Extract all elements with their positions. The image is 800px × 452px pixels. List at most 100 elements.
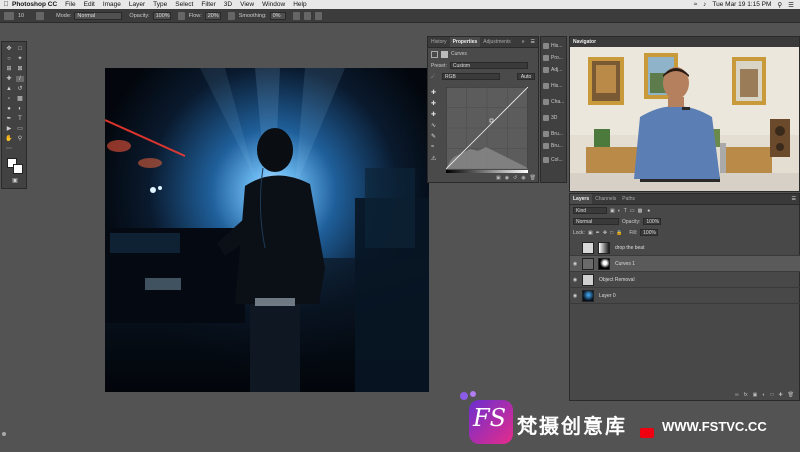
menu-view[interactable]: View — [240, 1, 254, 8]
lock-all-icon[interactable]: 🔒 — [616, 230, 622, 236]
panel-menu-icon[interactable]: ☰ — [528, 37, 538, 47]
edit-toolbar-icon[interactable]: ⋯ — [5, 146, 13, 152]
lock-position-icon[interactable]: ✥ — [603, 230, 607, 236]
volume-icon[interactable]: ♪ — [703, 1, 706, 8]
apple-icon[interactable]:  — [0, 1, 12, 8]
clock[interactable]: Tue Mar 19 1:15 PM — [712, 1, 771, 8]
menu-help[interactable]: Help — [293, 1, 306, 8]
type-tool-icon[interactable]: T — [16, 116, 24, 122]
wifi-icon[interactable]: ≈ — [694, 1, 698, 8]
crop-tool-icon[interactable]: ⊞ — [5, 66, 13, 72]
menu-image[interactable]: Image — [103, 1, 121, 8]
dodge-tool-icon[interactable]: ◐ — [16, 106, 24, 112]
target-adjust-icon[interactable]: ☄ — [431, 74, 439, 80]
eyedropper-black-icon[interactable]: ✚ — [431, 89, 441, 100]
strip-color[interactable]: Col... — [543, 155, 567, 165]
preset-select[interactable]: Custom — [449, 62, 528, 69]
view-previous-icon[interactable]: ◉ — [505, 175, 509, 181]
eyedropper-white-icon[interactable]: ✚ — [431, 111, 441, 122]
move-tool-icon[interactable]: ✥ — [5, 46, 13, 52]
tab-adjustments[interactable]: Adjustments — [480, 37, 514, 47]
gradient-tool-icon[interactable]: ▩ — [16, 96, 24, 102]
eraser-tool-icon[interactable]: ▫ — [5, 96, 13, 102]
pencil-draw-icon[interactable]: ✎ — [431, 133, 441, 144]
mask-icon[interactable] — [441, 50, 448, 58]
smoothing-gear-icon[interactable] — [292, 11, 300, 20]
brush-size[interactable]: 10 — [18, 13, 24, 19]
airbrush-icon[interactable] — [227, 11, 235, 20]
background-color-swatch[interactable] — [13, 164, 23, 174]
filter-adjustment-icon[interactable]: ◐ — [618, 208, 621, 214]
menu-edit[interactable]: Edit — [84, 1, 95, 8]
zoom-tool-icon[interactable]: ⚲ — [16, 136, 24, 142]
menu-photoshop[interactable]: Photoshop CC — [12, 1, 57, 8]
pressure-size-icon[interactable] — [303, 11, 311, 20]
eye-icon[interactable]: ◉ — [570, 261, 580, 267]
reset-icon[interactable]: ↺ — [513, 175, 517, 181]
symmetry-icon[interactable] — [314, 11, 322, 20]
panel-collapse-icon[interactable]: » — [519, 37, 528, 47]
frame-tool-icon[interactable]: ⊠ — [16, 66, 24, 72]
layer-fill-field[interactable]: 100% — [640, 229, 659, 236]
auto-button[interactable]: Auto — [517, 73, 535, 80]
filter-kind-select[interactable]: Kind — [573, 207, 607, 214]
hand-tool-icon[interactable]: ✋ — [5, 136, 13, 142]
clip-to-layer-icon[interactable]: ▣ — [496, 175, 501, 181]
layer-mask-thumbnail[interactable] — [598, 257, 610, 270]
smooth-curve-icon[interactable]: ≈ — [431, 144, 441, 155]
strip-histogram[interactable]: His... — [543, 81, 567, 91]
tab-paths[interactable]: Paths — [619, 194, 638, 204]
smoothing-field[interactable]: 0% — [269, 11, 286, 20]
quick-mask-icon[interactable]: ▣ — [11, 178, 19, 184]
list-icon[interactable]: ☰ — [788, 1, 794, 9]
opacity-field[interactable]: 100% — [152, 11, 171, 20]
shape-tool-icon[interactable]: ▭ — [16, 126, 24, 132]
layer-row-object-removal[interactable]: ◉ Object Removal — [570, 272, 800, 288]
layer-row-drop-the-beat[interactable]: drop the beat — [570, 240, 800, 256]
tab-history[interactable]: History — [428, 37, 450, 47]
marquee-tool-icon[interactable]: □ — [16, 46, 24, 52]
menu-layer[interactable]: Layer — [129, 1, 145, 8]
quick-select-icon[interactable]: ✦ — [16, 56, 24, 62]
layer-row-curves-1[interactable]: ◉ Curves 1 — [570, 256, 800, 272]
strip-brushes[interactable]: Bru... — [543, 129, 567, 139]
blend-mode-select[interactable]: Normal — [573, 218, 619, 225]
blur-tool-icon[interactable]: ● — [5, 106, 13, 112]
menu-type[interactable]: Type — [153, 1, 167, 8]
menu-select[interactable]: Select — [175, 1, 193, 8]
menu-window[interactable]: Window — [262, 1, 285, 8]
layer-opacity-field[interactable]: 100% — [643, 218, 662, 225]
menu-filter[interactable]: Filter — [201, 1, 215, 8]
menu-3d[interactable]: 3D — [224, 1, 232, 8]
strip-adjustments[interactable]: Adj... — [543, 65, 567, 75]
lock-artboard-icon[interactable]: □ — [610, 230, 613, 236]
stamp-tool-icon[interactable]: ▲ — [5, 86, 13, 92]
pressure-opacity-icon[interactable] — [177, 11, 185, 20]
history-brush-icon[interactable]: ↺ — [16, 86, 24, 92]
eyedropper-gray-icon[interactable]: ✚ — [431, 100, 441, 111]
lock-pixels-icon[interactable]: ✒ — [596, 230, 600, 236]
pen-tool-icon[interactable]: ✒ — [5, 116, 13, 122]
layers-menu-icon[interactable]: ☰ — [789, 194, 799, 204]
mode-select[interactable]: Normal — [74, 11, 123, 20]
strip-history[interactable]: His... — [543, 41, 567, 51]
channel-select[interactable]: RGB — [442, 73, 500, 80]
brush-tool-active-icon[interactable]: / — [16, 76, 24, 82]
tab-channels[interactable]: Channels — [592, 194, 619, 204]
trash-icon[interactable]: 🗑 — [530, 175, 536, 181]
filter-smart-icon[interactable]: ▩ — [638, 208, 643, 214]
filter-shape-icon[interactable]: ▭ — [630, 208, 635, 214]
filter-toggle-icon[interactable]: ● — [647, 208, 650, 214]
strip-channels[interactable]: Cha... — [543, 97, 567, 107]
eye-icon[interactable]: ◉ — [570, 293, 580, 299]
search-icon[interactable]: ⚲ — [777, 1, 782, 9]
document-canvas[interactable] — [105, 68, 429, 392]
eye-icon[interactable]: ◉ — [570, 277, 580, 283]
menu-file[interactable]: File — [65, 1, 75, 8]
clipping-warning-icon[interactable]: ⚠ — [431, 155, 441, 166]
visibility-icon[interactable]: ◉ — [521, 175, 525, 181]
tab-properties[interactable]: Properties — [449, 37, 481, 47]
eyedropper-tool-icon[interactable]: ✚ — [5, 76, 13, 82]
strip-3d[interactable]: 3D — [543, 113, 567, 123]
curves-graph[interactable] — [446, 87, 528, 169]
